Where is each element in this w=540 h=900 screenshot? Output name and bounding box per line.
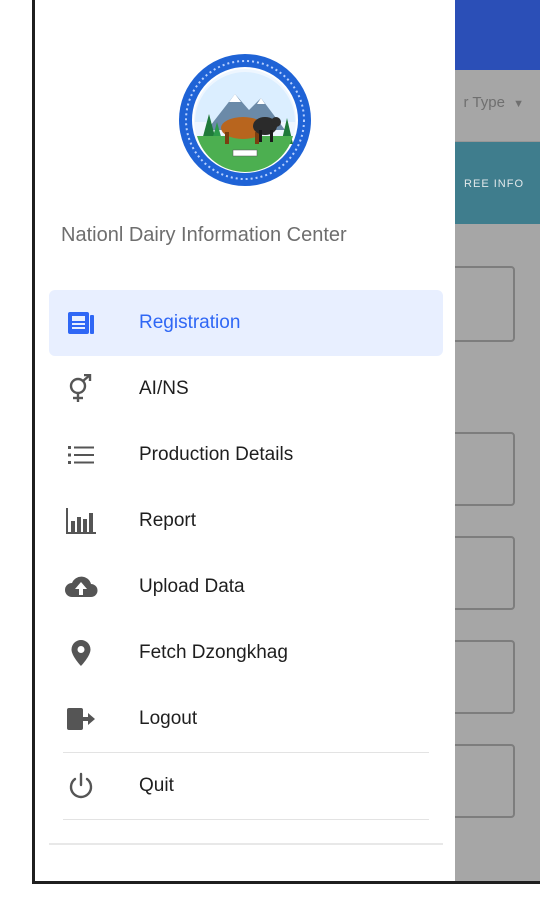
menu-item-ai-ns[interactable]: AI/NS (49, 356, 443, 422)
background-field (445, 432, 515, 506)
menu-item-production-details[interactable]: Production Details (49, 422, 443, 488)
menu-item-report[interactable]: Report (49, 488, 443, 554)
menu-item-upload-data[interactable]: Upload Data (49, 554, 443, 620)
gender-icon (53, 374, 109, 404)
background-field (445, 266, 515, 342)
background-type-dropdown[interactable]: r Type ▼ (464, 94, 524, 111)
background-field (445, 744, 515, 818)
menu-label-fetch-dzongkhag: Fetch Dzongkhag (139, 642, 288, 663)
background-dropdown-label: r Type (463, 94, 505, 111)
power-icon (53, 772, 109, 800)
organization-logo (177, 52, 313, 188)
menu-item-registration[interactable]: Registration (49, 290, 443, 356)
bar-chart-icon (53, 507, 109, 535)
menu-item-quit[interactable]: Quit (49, 753, 443, 819)
organization-name: Nationl Dairy Information Center (61, 224, 347, 246)
menu-label-registration: Registration (139, 312, 241, 333)
menu-label-quit: Quit (139, 775, 174, 796)
drawer-bottom-divider (49, 843, 443, 845)
menu-label-ai-ns: AI/NS (139, 378, 189, 399)
background-tab[interactable]: REE INFO (464, 178, 524, 190)
background-field (445, 536, 515, 610)
menu-divider (63, 819, 429, 820)
chevron-down-icon: ▼ (513, 98, 524, 110)
registration-icon (53, 310, 109, 336)
menu-label-upload-data: Upload Data (139, 576, 245, 597)
list-icon (53, 444, 109, 466)
menu-item-fetch-dzongkhag[interactable]: Fetch Dzongkhag (49, 620, 443, 686)
menu-label-production-details: Production Details (139, 444, 294, 465)
menu-label-logout: Logout (139, 708, 198, 729)
menu-item-logout[interactable]: Logout (49, 686, 443, 752)
background-field (445, 640, 515, 714)
drawer-menu: Registration AI/NS Production Details Re… (49, 290, 443, 820)
menu-label-report: Report (139, 510, 197, 531)
logout-icon (53, 707, 109, 731)
location-pin-icon (53, 639, 109, 667)
navigation-drawer: Nationl Dairy Information Center Registr… (35, 0, 455, 881)
device-frame: r Type ▼ REE INFO Nationl Dairy Informat… (32, 0, 540, 884)
cloud-upload-icon (53, 575, 109, 599)
